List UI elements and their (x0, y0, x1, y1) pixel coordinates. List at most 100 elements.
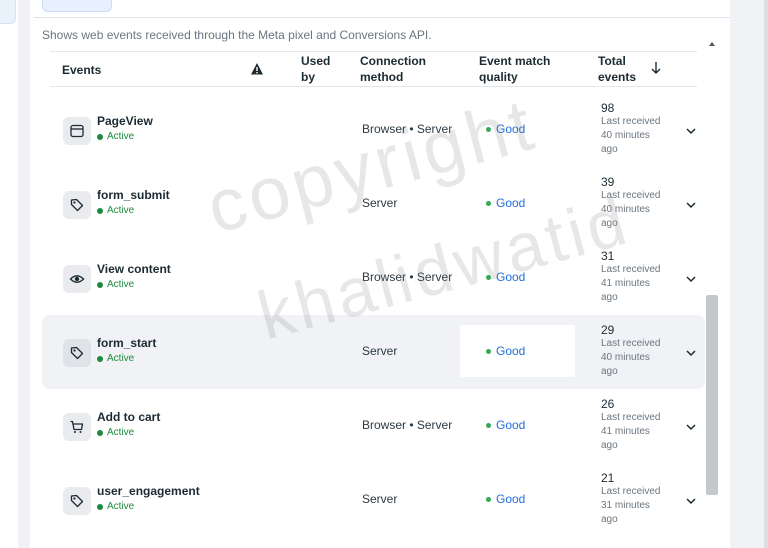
connection-method: Browser • Server (362, 418, 453, 432)
last-received: Last received 40 minutes ago (601, 338, 661, 377)
good-dot-icon (486, 496, 491, 502)
total-events-cell: 31 Last received 41 minutes ago (601, 249, 671, 305)
eye-icon (63, 265, 91, 293)
quality-label: Good (496, 492, 526, 506)
event-count: 98 (601, 101, 615, 115)
events-panel: Shows web events received through the Me… (30, 0, 730, 548)
scroll-up-arrow-icon[interactable] (709, 34, 715, 46)
header-connection-method[interactable]: Connection method (360, 53, 450, 85)
quality-label: Good (496, 270, 526, 284)
total-events-cell: 39 Last received 40 minutes ago (601, 175, 671, 231)
quality-label: Good (496, 344, 526, 358)
connection-method: Browser • Server (362, 270, 453, 284)
status-badge: Active (97, 205, 134, 216)
left-gutter (18, 0, 30, 548)
left-strip (0, 0, 18, 548)
status-badge: Active (97, 427, 134, 438)
quality-cell: Good (460, 325, 575, 377)
event-name[interactable]: PageView (97, 114, 153, 128)
quality-link[interactable]: Good (486, 344, 525, 358)
left-nav-tab[interactable] (0, 0, 16, 24)
chevron-down-icon[interactable] (685, 420, 697, 432)
quality-cell: Good (460, 103, 575, 155)
status-label: Active (107, 205, 135, 216)
cart-icon (63, 413, 91, 441)
chevron-down-icon[interactable] (685, 198, 697, 210)
last-received: Last received 31 minutes ago (601, 486, 661, 525)
table-row[interactable]: user_engagement Active Server Good 21 La… (42, 463, 705, 537)
chevron-down-icon[interactable] (685, 346, 697, 358)
status-label: Active (107, 131, 135, 142)
chevron-down-icon[interactable] (685, 124, 697, 136)
right-gutter (730, 0, 768, 548)
warning-icon[interactable] (250, 62, 264, 76)
quality-link[interactable]: Good (486, 122, 525, 136)
table-row[interactable]: PageView Active Browser • Server Good 98… (42, 93, 705, 167)
quality-cell: Good (460, 399, 575, 451)
status-badge: Active (97, 279, 134, 290)
sort-descending-icon[interactable] (650, 61, 662, 75)
table-row[interactable]: Add to cart Active Browser • Server Good… (42, 389, 705, 463)
chevron-down-icon[interactable] (685, 272, 697, 284)
event-count: 21 (601, 471, 615, 485)
quality-label: Good (496, 418, 526, 432)
status-badge: Active (97, 501, 134, 512)
connection-method: Browser • Server (362, 122, 453, 136)
status-label: Active (107, 353, 135, 364)
status-label: Active (107, 279, 135, 290)
last-received: Last received 41 minutes ago (601, 412, 661, 451)
status-dot (97, 281, 103, 288)
connection-method: Server (362, 344, 398, 358)
quality-link[interactable]: Good (486, 270, 525, 284)
event-count: 31 (601, 249, 615, 263)
right-border (764, 0, 768, 548)
total-events-cell: 98 Last received 40 minutes ago (601, 101, 671, 157)
selected-tab[interactable] (42, 0, 112, 12)
quality-label: Good (496, 122, 526, 136)
chevron-down-icon[interactable] (685, 494, 697, 506)
status-label: Active (107, 427, 135, 438)
status-badge: Active (97, 353, 134, 364)
event-count: 26 (601, 397, 615, 411)
event-count: 39 (601, 175, 615, 189)
header-total-events[interactable]: Total events (598, 53, 642, 85)
total-events-cell: 21 Last received 31 minutes ago (601, 471, 671, 527)
total-events-cell: 26 Last received 41 minutes ago (601, 397, 671, 453)
connection-method: Server (362, 196, 398, 210)
event-name[interactable]: form_submit (97, 188, 170, 202)
scrollbar-thumb[interactable] (706, 295, 718, 495)
tag-icon (63, 191, 91, 219)
header-used-by[interactable]: Used by (301, 53, 341, 85)
last-received: Last received 40 minutes ago (601, 116, 661, 155)
event-name[interactable]: View content (97, 262, 171, 276)
status-dot (97, 133, 103, 140)
table-row[interactable]: form_start Active Server Good 29 Last re… (42, 315, 705, 389)
event-name[interactable]: user_engagement (97, 484, 200, 498)
scrollbar[interactable] (706, 30, 718, 548)
quality-link[interactable]: Good (486, 492, 525, 506)
divider (34, 17, 730, 18)
panel-subtitle: Shows web events received through the Me… (42, 28, 432, 42)
header-event-match-quality[interactable]: Event match quality (479, 53, 569, 85)
status-dot (97, 429, 103, 436)
last-received: Last received 41 minutes ago (601, 264, 661, 303)
status-dot (97, 207, 103, 214)
quality-cell: Good (460, 251, 575, 303)
tag-icon (63, 339, 91, 367)
quality-link[interactable]: Good (486, 196, 525, 210)
good-dot-icon (486, 200, 491, 206)
table-row[interactable]: form_submit Active Server Good 39 Last r… (42, 167, 705, 241)
event-name[interactable]: Add to cart (97, 410, 160, 424)
event-count: 29 (601, 323, 615, 337)
event-name[interactable]: form_start (97, 336, 156, 350)
quality-cell: Good (460, 177, 575, 229)
quality-link[interactable]: Good (486, 418, 525, 432)
good-dot-icon (486, 274, 491, 280)
page-icon (63, 117, 91, 145)
status-dot (97, 503, 103, 510)
connection-method: Server (362, 492, 398, 506)
table-row[interactable]: View content Active Browser • Server Goo… (42, 241, 705, 315)
table-header: Events Used by Connection method Event m… (50, 51, 697, 87)
header-events[interactable]: Events (62, 62, 101, 78)
quality-label: Good (496, 196, 526, 210)
